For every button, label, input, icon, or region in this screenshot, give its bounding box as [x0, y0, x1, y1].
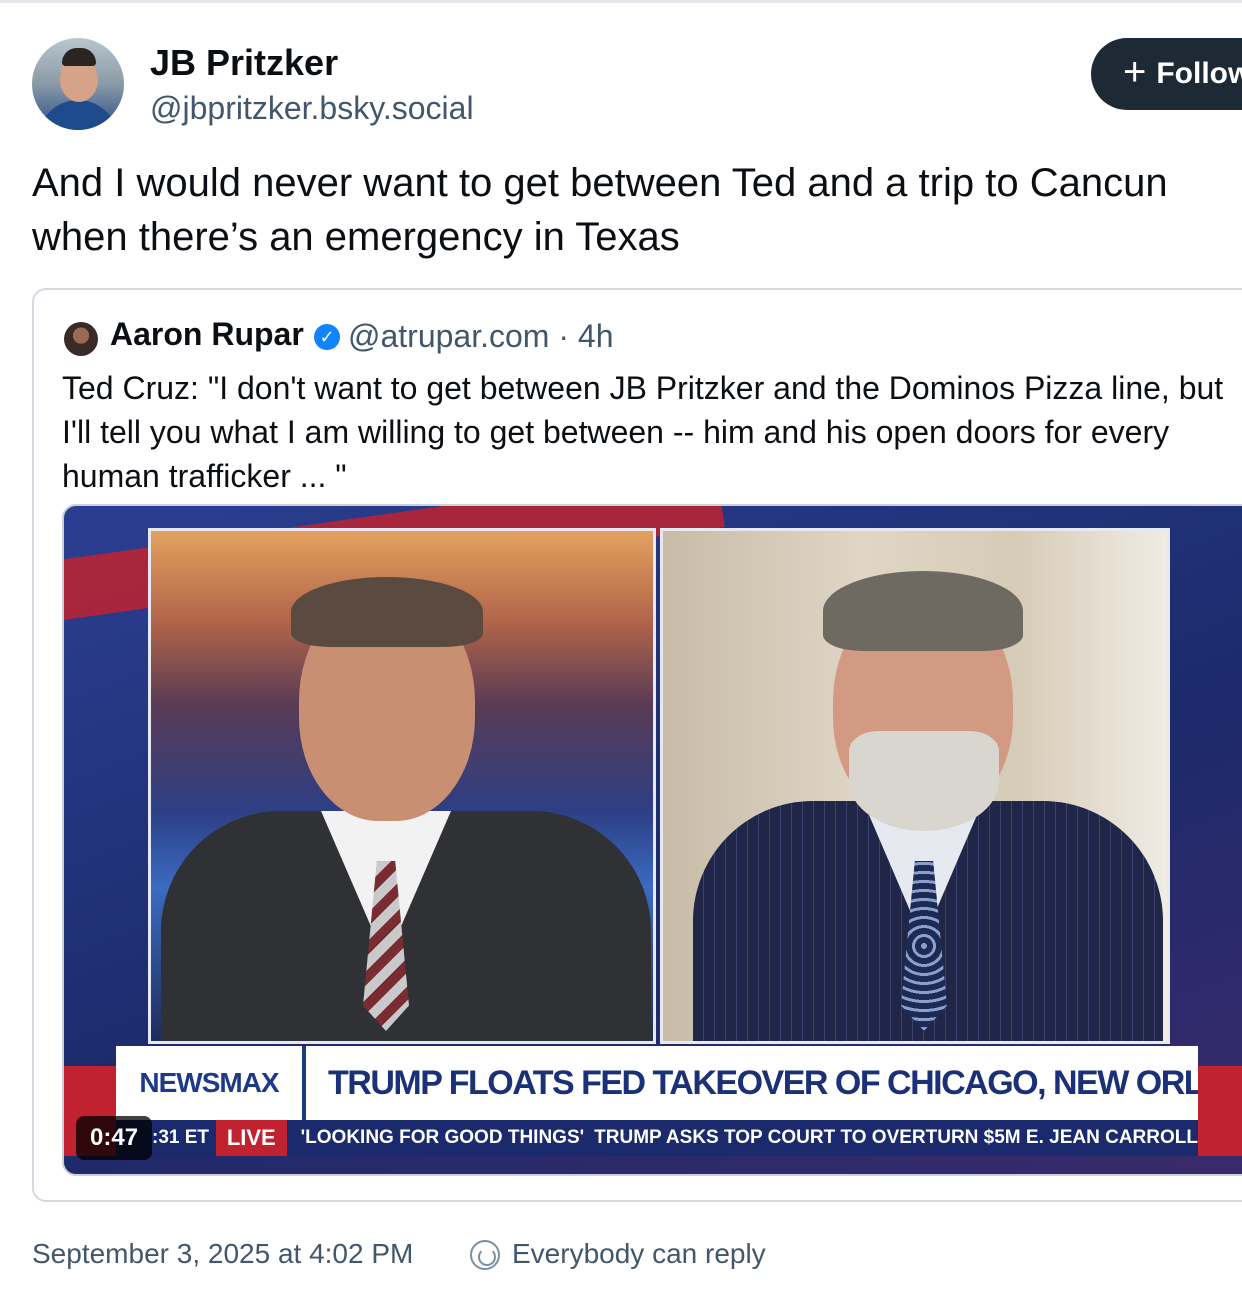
author-avatar[interactable]	[32, 38, 124, 130]
ticker-bar: :31 ET LIVE 'LOOKING FOR GOOD THINGS' TR…	[116, 1120, 1198, 1156]
quoted-author-name: Aaron Rupar	[110, 316, 304, 352]
ticker-live: LIVE	[215, 1120, 287, 1156]
post-text: And I would never want to get between Te…	[32, 156, 1242, 264]
chyron-headline: TRUMP FLOATS FED TAKEOVER OF CHICAGO, NE…	[328, 1063, 1198, 1102]
author-handle[interactable]: @jbpritzker.bsky.social	[150, 90, 474, 127]
quoted-post-text: Ted Cruz: "I don't want to get between J…	[62, 370, 1224, 494]
quoted-author-avatar	[64, 322, 98, 356]
reply-setting[interactable]: Everybody can reply	[512, 1238, 766, 1270]
follow-button[interactable]: + Follow	[1091, 38, 1242, 110]
video-player[interactable]: NEWSMAX TRUMP FLOATS FED TAKEOVER OF CHI…	[62, 504, 1242, 1176]
author-display-name[interactable]: JB Pritzker	[150, 42, 338, 84]
plus-icon: +	[1123, 50, 1147, 94]
ticker-item-2: TRUMP ASKS TOP COURT TO OVERTURN $5M E. …	[594, 1127, 1198, 1148]
top-divider	[0, 0, 1242, 3]
quoted-author-meta: @atrupar.com · 4h	[348, 318, 614, 354]
ticker-item-1: 'LOOKING FOR GOOD THINGS'	[300, 1127, 585, 1148]
video-duration: 0:47	[76, 1116, 153, 1160]
verified-badge-icon: ✓	[314, 324, 340, 350]
post-text-line-1: And I would never want to get between Te…	[32, 161, 1168, 205]
quoted-post-card[interactable]: Aaron Rupar ✓ @atrupar.com · 4h Ted Cruz…	[32, 288, 1242, 1202]
reply-setting-icon	[470, 1240, 500, 1270]
chyron-bar: NEWSMAX TRUMP FLOATS FED TAKEOVER OF CHI…	[116, 1046, 1198, 1120]
post-text-line-2: when there’s an emergency in Texas	[32, 215, 680, 259]
chyron-brand: NEWSMAX	[116, 1046, 306, 1120]
post-timestamp: September 3, 2025 at 4:02 PM	[32, 1238, 414, 1269]
video-panel-guest	[660, 528, 1170, 1044]
follow-label: Follow	[1156, 57, 1242, 90]
video-panel-anchor	[148, 528, 656, 1044]
